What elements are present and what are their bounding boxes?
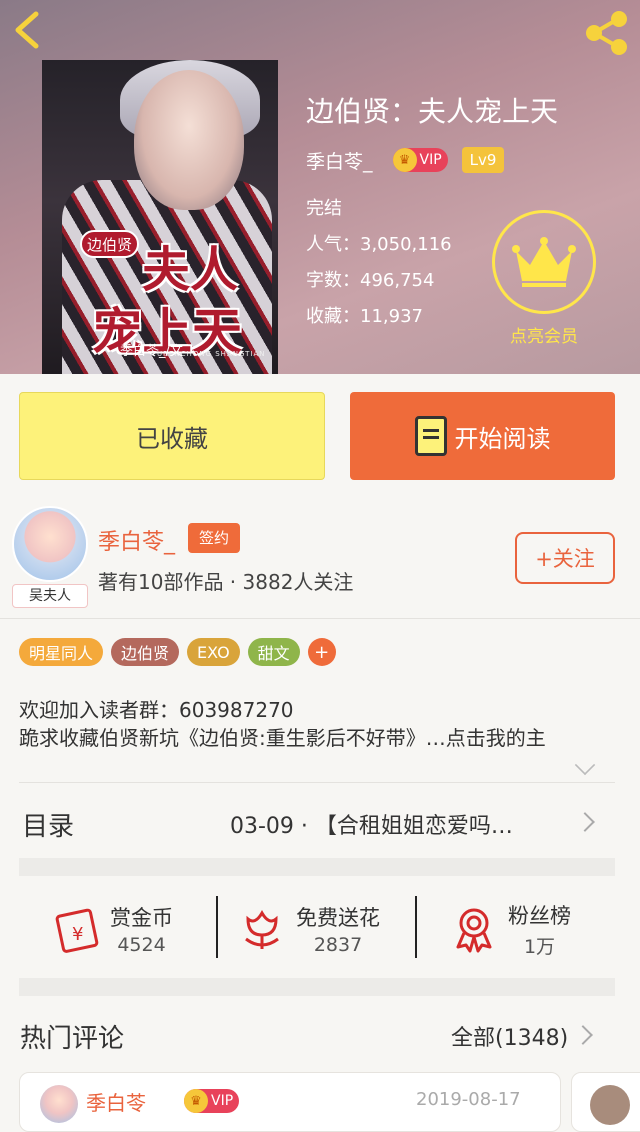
tag-list: 明星同人 边伯贤 EXO 甜文 +: [19, 638, 336, 666]
vertical-divider: [216, 896, 218, 958]
book-word-count: 字数：496,754: [306, 270, 435, 291]
vip-label: VIP: [419, 152, 442, 168]
divider: [0, 618, 640, 619]
book-title: 边伯贤：夫人宠上天: [306, 95, 559, 128]
intro-line-2: 跪求收藏伯贤新坑《边伯贤:重生影后不好带》…点击我的主: [19, 726, 546, 750]
book-popularity: 人气：3,050,116: [306, 234, 452, 255]
share-icon: [586, 11, 627, 55]
fan-ranking-button[interactable]: 粉丝榜 1万: [450, 896, 571, 962]
vip-badge: ♛ VIP: [392, 148, 448, 172]
comment-date: 2019-08-17: [416, 1089, 521, 1110]
commenter-name[interactable]: 季白苓: [86, 1087, 146, 1116]
tag-item[interactable]: 边伯贤: [111, 638, 180, 666]
chevron-right-icon[interactable]: [573, 1025, 593, 1045]
member-button[interactable]: [492, 210, 596, 314]
book-icon: [414, 416, 447, 456]
cover-title-line1: 夫人: [142, 242, 239, 298]
chevron-right-icon[interactable]: [575, 812, 595, 832]
comment-card[interactable]: 季白苓 ♛ VIP 2019-08-17: [19, 1072, 561, 1132]
cover-author: 季白苓_/文: [120, 344, 183, 359]
member-label[interactable]: 点亮会员: [494, 322, 594, 347]
share-button[interactable]: [582, 10, 630, 56]
collected-button[interactable]: 已收藏: [19, 392, 325, 480]
ribbon-medal-icon: [456, 908, 492, 953]
tag-item[interactable]: 甜文: [247, 638, 300, 666]
flower-icon: [245, 910, 279, 949]
book-status: 完结: [306, 198, 342, 219]
book-cover[interactable]: 边伯贤 夫人 宠上天 FURENCHONG SHANGTIAN 季白苓_/文: [42, 60, 278, 374]
vertical-divider: [415, 896, 417, 958]
vip-crown-icon: ♛: [392, 148, 417, 172]
reward-coins-count: 4524: [117, 934, 166, 956]
all-comments-link[interactable]: 全部(1348): [451, 1020, 568, 1052]
free-flower-button[interactable]: 免费送花 2837: [238, 896, 380, 962]
cover-face: [134, 70, 244, 210]
back-button[interactable]: [8, 8, 48, 52]
red-envelope-icon: ¥: [55, 908, 99, 953]
book-header: 边伯贤 夫人 宠上天 FURENCHONG SHANGTIAN 季白苓_/文 边…: [0, 0, 640, 374]
comment-card[interactable]: [571, 1072, 640, 1132]
tag-item[interactable]: 明星同人: [19, 638, 104, 666]
signed-badge: 签约: [188, 523, 240, 553]
chevron-left-icon: [15, 11, 39, 49]
intro-line-1: 欢迎加入读者群：603987270: [19, 698, 294, 722]
start-reading-button[interactable]: 开始阅读: [350, 392, 615, 480]
expand-chevron-icon[interactable]: [574, 754, 596, 776]
author-meta: 著有10部作品 · 3882人关注: [98, 570, 354, 594]
tag-item[interactable]: EXO: [187, 638, 240, 666]
fan-ranking-label: 粉丝榜: [508, 903, 571, 928]
reward-coins-button[interactable]: ¥ 赏金币 4524: [52, 896, 173, 962]
reward-coins-label: 赏金币: [110, 906, 173, 930]
commenter-avatar[interactable]: [590, 1085, 630, 1125]
avatar-tag: 吴夫人: [12, 584, 88, 608]
collected-label: 已收藏: [136, 424, 208, 453]
start-reading-label: 开始阅读: [454, 424, 551, 453]
section-separator: [19, 978, 615, 996]
add-tag-button[interactable]: +: [307, 638, 336, 666]
author-card-name[interactable]: 季白苓_: [98, 524, 175, 556]
free-flower-count: 2837: [313, 934, 363, 956]
cover-tag: 边伯贤: [80, 230, 140, 258]
follow-button[interactable]: +关注: [515, 532, 615, 584]
commenter-avatar[interactable]: [40, 1085, 78, 1123]
divider: [19, 782, 615, 783]
toc-latest-chapter[interactable]: 03-09 · 【合租姐姐恋爱吗…: [230, 808, 560, 840]
free-flower-label: 免费送花: [296, 906, 380, 930]
section-separator: [19, 858, 615, 876]
vip-badge: ♛ VIP: [184, 1089, 240, 1113]
vip-crown-icon: ♛: [184, 1089, 208, 1113]
book-favorites: 收藏：11,937: [306, 306, 423, 327]
level-badge: Lv9: [461, 147, 505, 173]
author-row: 季白苓_ ♛ VIP Lv9: [306, 146, 505, 174]
svg-text:¥: ¥: [72, 924, 83, 945]
hot-comments-label: 热门评论: [20, 1024, 125, 1054]
toc-label[interactable]: 目录: [22, 806, 74, 843]
author-avatar[interactable]: [12, 506, 88, 582]
author-name[interactable]: 季白苓_: [306, 147, 373, 174]
crown-icon: [512, 237, 576, 287]
fan-ranking-count: 1万: [523, 935, 556, 958]
vip-label: VIP: [211, 1093, 234, 1109]
